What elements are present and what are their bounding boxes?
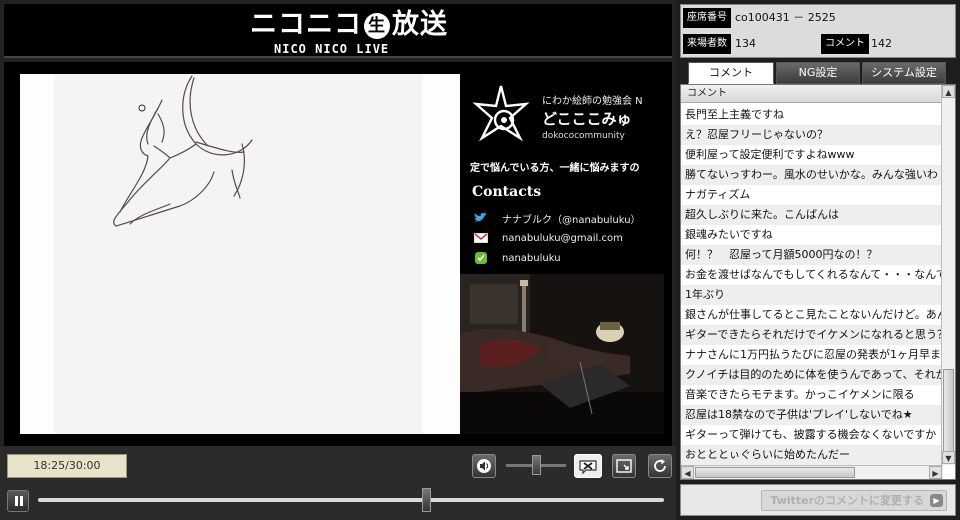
community-title: にわか絵師の勉強会 N xyxy=(542,96,643,107)
logo-text-2: 放送 xyxy=(392,9,448,40)
community-star-logo xyxy=(472,85,530,142)
comments-label: コメント xyxy=(821,34,869,54)
contact-text: ナナブルク（@nanabuluku） xyxy=(502,214,641,226)
logo-text: ニコニコ xyxy=(250,9,362,40)
pause-button[interactable] xyxy=(7,490,29,512)
comment-column-header[interactable]: コメント xyxy=(681,85,941,103)
fullscreen-icon xyxy=(616,459,632,473)
webcam-image xyxy=(460,274,664,434)
comment-row[interactable]: 銀魂みたいですね xyxy=(681,225,941,245)
comment-row[interactable]: 1年ぶり xyxy=(681,285,941,305)
tab-system-settings[interactable]: システム設定 xyxy=(862,62,946,84)
contact-text: nanabuluku xyxy=(502,252,561,264)
community-id: dokococommunity xyxy=(542,131,625,141)
reload-button[interactable] xyxy=(648,454,672,478)
pause-icon-bar-right xyxy=(20,496,23,506)
vertical-scroll-thumb[interactable] xyxy=(943,369,954,453)
comment-row[interactable]: 銀さんが仕事してるとこ見たことないんだけど。あん xyxy=(681,305,941,325)
scroll-up-arrow-icon[interactable]: ▲ xyxy=(942,85,955,98)
drawing-canvas xyxy=(20,74,460,434)
comment-toggle-button[interactable] xyxy=(574,454,602,478)
comment-row[interactable]: おとととぃぐらいに始めたんだー xyxy=(681,445,941,465)
twitter-icon xyxy=(474,213,487,222)
comment-off-icon xyxy=(579,460,597,474)
community-name: どこここみゅ xyxy=(542,110,632,128)
contact-gmail: nanabuluku@gmail.com xyxy=(474,230,623,246)
contact-line: nanabuluku xyxy=(474,250,561,266)
comments-value: 142 xyxy=(871,37,892,50)
comment-row[interactable]: 便利屋って設定便利ですよねwww xyxy=(681,145,941,165)
video-screen[interactable]: にわか絵師の勉強会 N どこここみゅ dokococommunity 定で悩んで… xyxy=(4,62,672,446)
player-controls: 18:25/30:00 xyxy=(0,446,676,520)
tab-bar: コメント NG設定 システム設定 xyxy=(688,62,946,84)
comment-row[interactable]: 勝てないっすわー。風水のせいかな。みんな強いわ xyxy=(681,165,941,185)
comment-row[interactable]: ギターできたらそれだけでイケメンになれると思う？ xyxy=(681,325,941,345)
side-panel: 座席番号 co100431 － 2525 来場者数 134 コメント 142 コ… xyxy=(676,0,960,520)
reload-icon xyxy=(654,459,666,472)
player: ニコニコ生放送 NICO NICO LIVE にわか絵師の勉強会 N どこここみ… xyxy=(0,0,676,520)
contacts-heading: Contacts xyxy=(472,184,542,200)
comment-row[interactable]: 長門至上主義ですね xyxy=(681,105,941,125)
contact-text: nanabuluku@gmail.com xyxy=(502,232,623,244)
line-icon xyxy=(475,252,487,264)
horizontal-scroll-thumb[interactable] xyxy=(695,467,855,478)
comment-row[interactable]: 忍屋は18禁なので子供は'プレイ'しないでね★ xyxy=(681,405,941,425)
comment-row[interactable]: ギターって弾けても、披露する機会なくないですか xyxy=(681,425,941,445)
seek-knob[interactable] xyxy=(422,488,432,512)
niconico-live-logo: ニコニコ生放送 xyxy=(250,10,448,40)
comment-row[interactable]: ナナさんに1万円払うたびに忍屋の発表が1ヶ月早ま xyxy=(681,345,941,365)
comment-row[interactable]: 超久しぶりに来た。こんばんは xyxy=(681,205,941,225)
pause-icon-bar-left xyxy=(15,496,18,506)
gmail-icon xyxy=(474,233,488,243)
tab-comments[interactable]: コメント xyxy=(688,62,774,84)
comment-row[interactable]: ナガティズム xyxy=(681,185,941,205)
seek-bar[interactable] xyxy=(38,498,664,502)
comment-row[interactable]: 音楽できたらモテます。かっこイケメンに限る xyxy=(681,385,941,405)
seat-value: co100431 － 2525 xyxy=(735,11,836,24)
comment-row[interactable]: え？忍屋フリーじゃないの？ xyxy=(681,125,941,145)
comment-row[interactable]: 何！？ 忍屋って月額5000円なの！？ xyxy=(681,245,941,265)
scroll-left-arrow-icon[interactable]: ◀ xyxy=(681,466,694,479)
webcam-feed xyxy=(460,274,664,434)
sketch-drawing xyxy=(113,75,253,227)
tab-ng-settings[interactable]: NG設定 xyxy=(776,62,860,84)
comment-panel: コメント 長門至上主義ですね え？忍屋フリーじゃないの？ 便利屋って設定便利です… xyxy=(680,84,956,480)
speaker-icon xyxy=(477,459,491,473)
switch-to-twitter-label: Twitterのコメントに変更する xyxy=(770,494,924,507)
scroll-down-arrow-icon[interactable]: ▼ xyxy=(942,451,955,464)
switch-to-twitter-button[interactable]: Twitterのコメントに変更する ▶ xyxy=(761,490,947,511)
stats-panel: 座席番号 co100431 － 2525 来場者数 134 コメント 142 xyxy=(680,4,956,58)
visitors-value: 134 xyxy=(735,37,756,50)
logo-nama-badge: 生 xyxy=(364,13,390,39)
time-display: 18:25/30:00 xyxy=(7,454,127,478)
volume-slider-knob[interactable] xyxy=(532,455,541,475)
comment-list[interactable]: 長門至上主義ですね え？忍屋フリーじゃないの？ 便利屋って設定便利ですよねwww… xyxy=(681,105,941,465)
comment-vertical-scrollbar[interactable]: ▲ ▼ xyxy=(941,85,955,465)
logo-bar: ニコニコ生放送 NICO NICO LIVE xyxy=(4,4,672,58)
scroll-right-arrow-icon[interactable]: ▶ xyxy=(929,466,942,479)
visitors-label: 来場者数 xyxy=(683,34,731,54)
logo-subtitle: NICO NICO LIVE xyxy=(274,42,390,56)
stream-info-overlay: にわか絵師の勉強会 N どこここみゅ dokococommunity 定で悩んで… xyxy=(460,74,664,274)
arrow-right-icon: ▶ xyxy=(930,494,943,507)
comment-row[interactable]: お金を渡せばなんでもしてくれるなんて・・・なんてエ xyxy=(681,265,941,285)
twitter-bar: Twitterのコメントに変更する ▶ xyxy=(680,484,956,516)
seat-label: 座席番号 xyxy=(683,8,731,28)
fullscreen-button[interactable] xyxy=(612,454,636,478)
mute-button[interactable] xyxy=(472,454,496,478)
info-marquee: 定で悩んでいる方、一緒に悩みますの xyxy=(470,163,640,174)
comment-row[interactable]: クノイチは目的のために体を使うんであって、それか xyxy=(681,365,941,385)
contact-twitter: ナナブルク（@nanabuluku） xyxy=(474,210,641,226)
comment-horizontal-scrollbar[interactable]: ◀ ▶ xyxy=(681,465,943,479)
